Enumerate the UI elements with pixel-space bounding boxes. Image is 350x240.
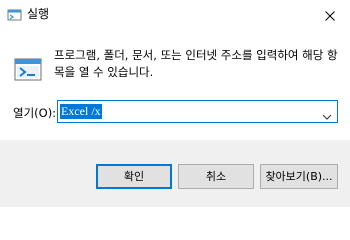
open-label: 열기(O):	[13, 106, 57, 120]
dialog-content: 프로그램, 폴더, 문서, 또는 인터넷 주소를 입력하여 해당 항목을 열 수…	[0, 30, 350, 140]
open-input[interactable]: Excel /x	[60, 104, 102, 119]
title-bar: 실행	[0, 0, 350, 30]
open-combobox[interactable]: Excel /x	[57, 100, 338, 123]
ok-button[interactable]: 확인	[96, 164, 172, 189]
run-icon	[13, 53, 45, 85]
cancel-button[interactable]: 취소	[178, 164, 254, 189]
close-button[interactable]	[310, 0, 350, 30]
dialog-description: 프로그램, 폴더, 문서, 또는 인터넷 주소를 입력하여 해당 항목을 열 수…	[54, 48, 338, 79]
window-title: 실행	[27, 7, 50, 21]
close-icon	[325, 6, 335, 25]
run-dialog-icon	[7, 7, 23, 23]
browse-button[interactable]: 찾아보기(B)...	[260, 164, 338, 189]
button-bar: 확인 취소 찾아보기(B)...	[0, 140, 350, 207]
chevron-down-icon[interactable]	[322, 107, 332, 120]
